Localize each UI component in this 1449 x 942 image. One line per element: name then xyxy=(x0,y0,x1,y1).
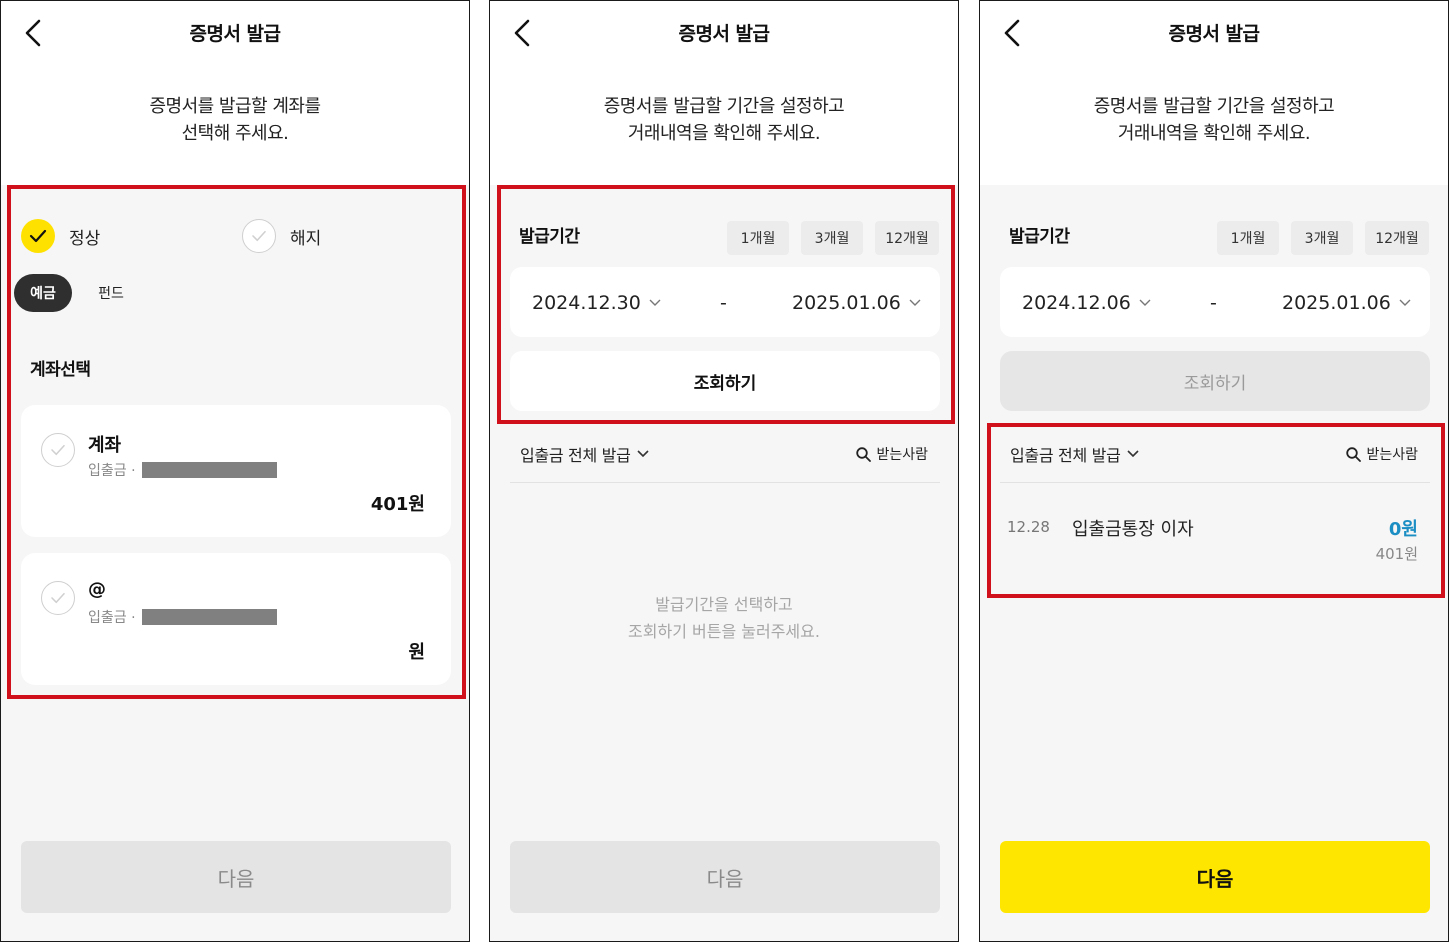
account-select-screen: 증명서 발급 증명서를 발급할 계좌를 선택해 주세요. 정상 해지 예금 펀드… xyxy=(0,0,470,942)
radio-closed-label: 해지 xyxy=(290,228,322,249)
check-icon xyxy=(242,219,276,253)
period-label: 발급기간 xyxy=(519,227,580,247)
divider xyxy=(1000,482,1430,483)
date-range-box: 2024.12.30 - 2025.01.06 xyxy=(510,267,940,337)
next-button[interactable]: 다음 xyxy=(510,841,940,913)
filter-dropdown[interactable]: 입출금 전체 발급 xyxy=(520,442,649,466)
filter-dropdown[interactable]: 입출금 전체 발급 xyxy=(1010,442,1139,466)
page-title: 증명서 발급 xyxy=(189,23,281,45)
date-separator: - xyxy=(720,292,727,314)
page-description: 증명서를 발급할 기간을 설정하고 거래내역을 확인해 주세요. xyxy=(603,96,845,144)
transaction-result-screen: 증명서 발급 증명서를 발급할 기간을 설정하고 거래내역을 확인해 주세요. … xyxy=(979,0,1449,942)
transaction-date: 12.28 xyxy=(1007,518,1050,536)
recipient-search-button[interactable]: 받는사람 xyxy=(856,444,928,464)
section-label: 계좌선택 xyxy=(30,360,91,380)
chip-1-month[interactable]: 1개월 xyxy=(1217,221,1279,255)
chevron-down-icon xyxy=(909,299,921,306)
chip-3-months[interactable]: 3개월 xyxy=(801,221,863,255)
check-icon xyxy=(21,219,55,253)
chevron-down-icon xyxy=(1139,299,1151,306)
query-button[interactable]: 조회하기 xyxy=(510,351,940,411)
date-from-select[interactable]: 2024.12.06 xyxy=(1022,292,1151,314)
radio-normal[interactable]: 정상 xyxy=(21,219,100,253)
header-area: 증명서 발급 증명서를 발급할 기간을 설정하고 거래내역을 확인해 주세요. xyxy=(490,1,958,185)
search-icon xyxy=(856,446,872,462)
chevron-down-icon xyxy=(636,450,649,458)
transaction-balance: 401원 xyxy=(1375,545,1418,563)
date-to-select[interactable]: 2025.01.06 xyxy=(792,292,921,314)
period-label: 발급기간 xyxy=(1009,227,1070,247)
check-icon[interactable] xyxy=(41,433,75,467)
check-icon[interactable] xyxy=(41,581,75,615)
page-description: 증명서를 발급할 계좌를 선택해 주세요. xyxy=(149,96,321,144)
transaction-name: 입출금통장 이자 xyxy=(1072,519,1194,540)
radio-closed[interactable]: 해지 xyxy=(242,219,321,253)
date-range-box: 2024.12.06 - 2025.01.06 xyxy=(1000,267,1430,337)
chevron-down-icon xyxy=(1399,299,1411,306)
date-from-select[interactable]: 2024.12.30 xyxy=(532,292,661,314)
recipient-search-button[interactable]: 받는사람 xyxy=(1346,444,1418,464)
chip-12-months[interactable]: 12개월 xyxy=(1365,221,1429,255)
masked-account-number xyxy=(141,609,277,625)
radio-normal-label: 정상 xyxy=(69,228,101,249)
account-subtitle: 입출금 · xyxy=(88,607,277,627)
query-button[interactable]: 조회하기 xyxy=(1000,351,1430,411)
search-icon xyxy=(1346,446,1362,462)
transaction-amount: 0원 xyxy=(1388,519,1418,540)
tab-fund[interactable]: 펀드 xyxy=(87,274,135,312)
tab-deposit[interactable]: 예금 xyxy=(14,274,72,312)
account-name: @ xyxy=(88,579,106,600)
chip-1-month[interactable]: 1개월 xyxy=(727,221,789,255)
date-to-select[interactable]: 2025.01.06 xyxy=(1282,292,1411,314)
chip-12-months[interactable]: 12개월 xyxy=(875,221,939,255)
next-button[interactable]: 다음 xyxy=(1000,841,1430,913)
period-select-screen: 증명서 발급 증명서를 발급할 기간을 설정하고 거래내역을 확인해 주세요. … xyxy=(489,0,959,942)
next-button[interactable]: 다음 xyxy=(21,841,451,913)
account-subtitle: 입출금 · xyxy=(88,460,277,480)
page-title: 증명서 발급 xyxy=(678,23,770,45)
header-area: 증명서 발급 증명서를 발급할 계좌를 선택해 주세요. xyxy=(1,1,469,185)
page-description: 증명서를 발급할 기간을 설정하고 거래내역을 확인해 주세요. xyxy=(1093,96,1335,144)
account-balance: 401원 xyxy=(370,494,425,515)
account-name: 계좌 xyxy=(88,435,122,456)
masked-account-number xyxy=(141,462,277,478)
chevron-down-icon xyxy=(649,299,661,306)
account-card[interactable]: 계좌 입출금 · 401원 xyxy=(21,405,451,537)
date-separator: - xyxy=(1210,292,1217,314)
header-area: 증명서 발급 증명서를 발급할 기간을 설정하고 거래내역을 확인해 주세요. xyxy=(980,1,1448,185)
empty-state-message: 발급기간을 선택하고 조회하기 버튼을 눌러주세요. xyxy=(628,595,820,641)
chevron-down-icon xyxy=(1126,450,1139,458)
page-title: 증명서 발급 xyxy=(1168,23,1260,45)
account-card[interactable]: @ 입출금 · 원 xyxy=(21,553,451,685)
divider xyxy=(510,482,940,483)
account-balance: 원 xyxy=(408,642,425,663)
chip-3-months[interactable]: 3개월 xyxy=(1291,221,1353,255)
